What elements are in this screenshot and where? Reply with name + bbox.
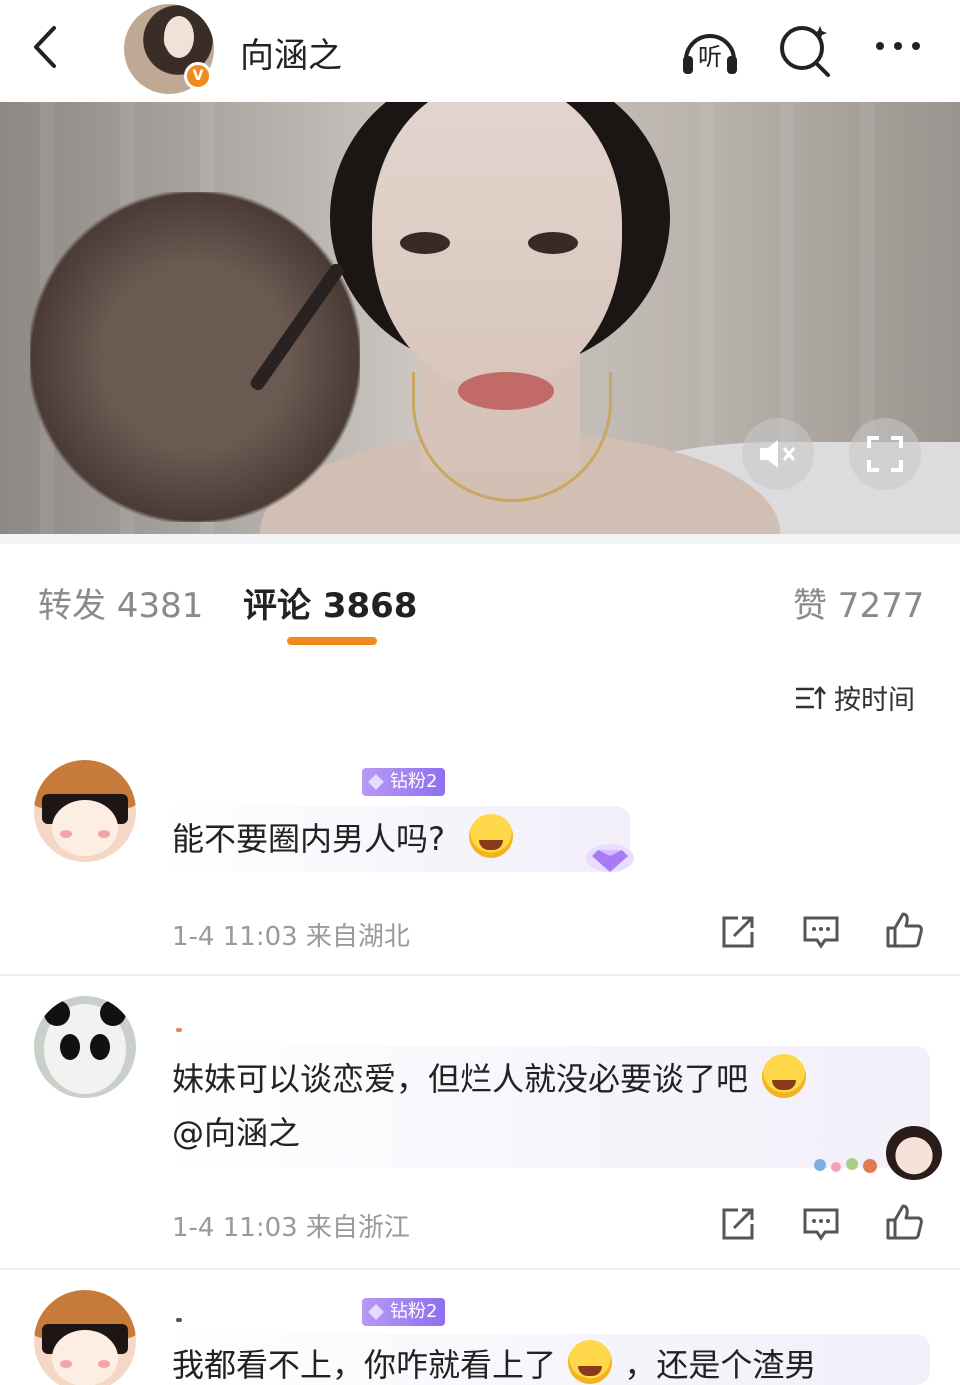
tab-comment[interactable]: 评论 3868: [243, 578, 417, 627]
sort-label: 按时间: [834, 685, 915, 716]
comment-text-content: 妹妹可以谈恋爱，但烂人就没必要谈了吧: [172, 1060, 749, 1098]
sort-by-time-button[interactable]: 按时间: [794, 678, 915, 717]
verified-badge: V: [184, 62, 212, 90]
fullscreen-icon: [867, 436, 903, 472]
tab-like[interactable]: 赞 7277: [793, 578, 924, 627]
crying-emoji-icon: [568, 1340, 613, 1384]
back-arrow-icon[interactable]: [22, 22, 72, 72]
comment-time-location: 1-4 11:03 来自浙江: [172, 1213, 410, 1243]
search-icon[interactable]: [776, 20, 836, 80]
mute-button[interactable]: [742, 418, 814, 490]
comment-time-location: 1-4 11:03 来自湖北: [172, 922, 410, 952]
laughing-emoji-icon: [762, 1054, 807, 1098]
mention-link[interactable]: @向涵之: [172, 1108, 300, 1158]
comment-text: 我都看不上，你咋就看上了 ，还是个渣男: [172, 1340, 816, 1385]
mute-icon: [760, 440, 796, 468]
comment-divider: [0, 974, 960, 976]
diamond-gem-icon: [586, 844, 634, 872]
listen-icon[interactable]: 听: [680, 20, 740, 80]
comment-text-content: 能不要圈内男人吗?: [172, 820, 445, 858]
comment-icon[interactable]: [801, 912, 841, 952]
share-icon[interactable]: [718, 912, 758, 952]
fan-badge: 钻粉2: [362, 1298, 446, 1326]
like-icon[interactable]: [884, 910, 924, 950]
comment-divider: [0, 1268, 960, 1270]
comment-text: 能不要圈内男人吗?: [172, 814, 514, 864]
comment-avatar-maruko[interactable]: [34, 760, 136, 862]
fullscreen-button[interactable]: [849, 418, 921, 490]
comment-avatar-maruko[interactable]: [34, 1290, 136, 1385]
tab-forward[interactable]: 转发 4381: [38, 578, 203, 627]
comment-icon[interactable]: [801, 1204, 841, 1244]
active-tab-indicator: [287, 637, 377, 645]
tiny-decoration: [176, 1318, 182, 1322]
section-divider: [0, 534, 960, 544]
like-icon[interactable]: [884, 1202, 924, 1242]
share-icon[interactable]: [718, 1204, 758, 1244]
video-player[interactable]: [0, 102, 960, 534]
comment-avatar-panda[interactable]: [34, 996, 136, 1098]
laughing-emoji-icon: [469, 814, 514, 858]
cartoon-girl-decoration: [886, 1126, 942, 1180]
listen-label: 听: [698, 43, 722, 71]
comment-text: 妹妹可以谈恋爱，但烂人就没必要谈了吧: [172, 1054, 807, 1104]
comment-text-tail: ，还是个渣男: [624, 1346, 817, 1384]
sort-icon: [796, 686, 826, 709]
tiny-decoration: [176, 1028, 182, 1032]
user-name[interactable]: 向涵之: [240, 28, 342, 77]
top-bar: V 向涵之 听: [0, 0, 960, 102]
comment-text-content: 我都看不上，你咋就看上了: [172, 1346, 557, 1384]
flower-decoration-icon: [814, 1158, 877, 1173]
more-icon[interactable]: [868, 20, 928, 80]
fan-badge: 钻粉2: [362, 768, 446, 796]
